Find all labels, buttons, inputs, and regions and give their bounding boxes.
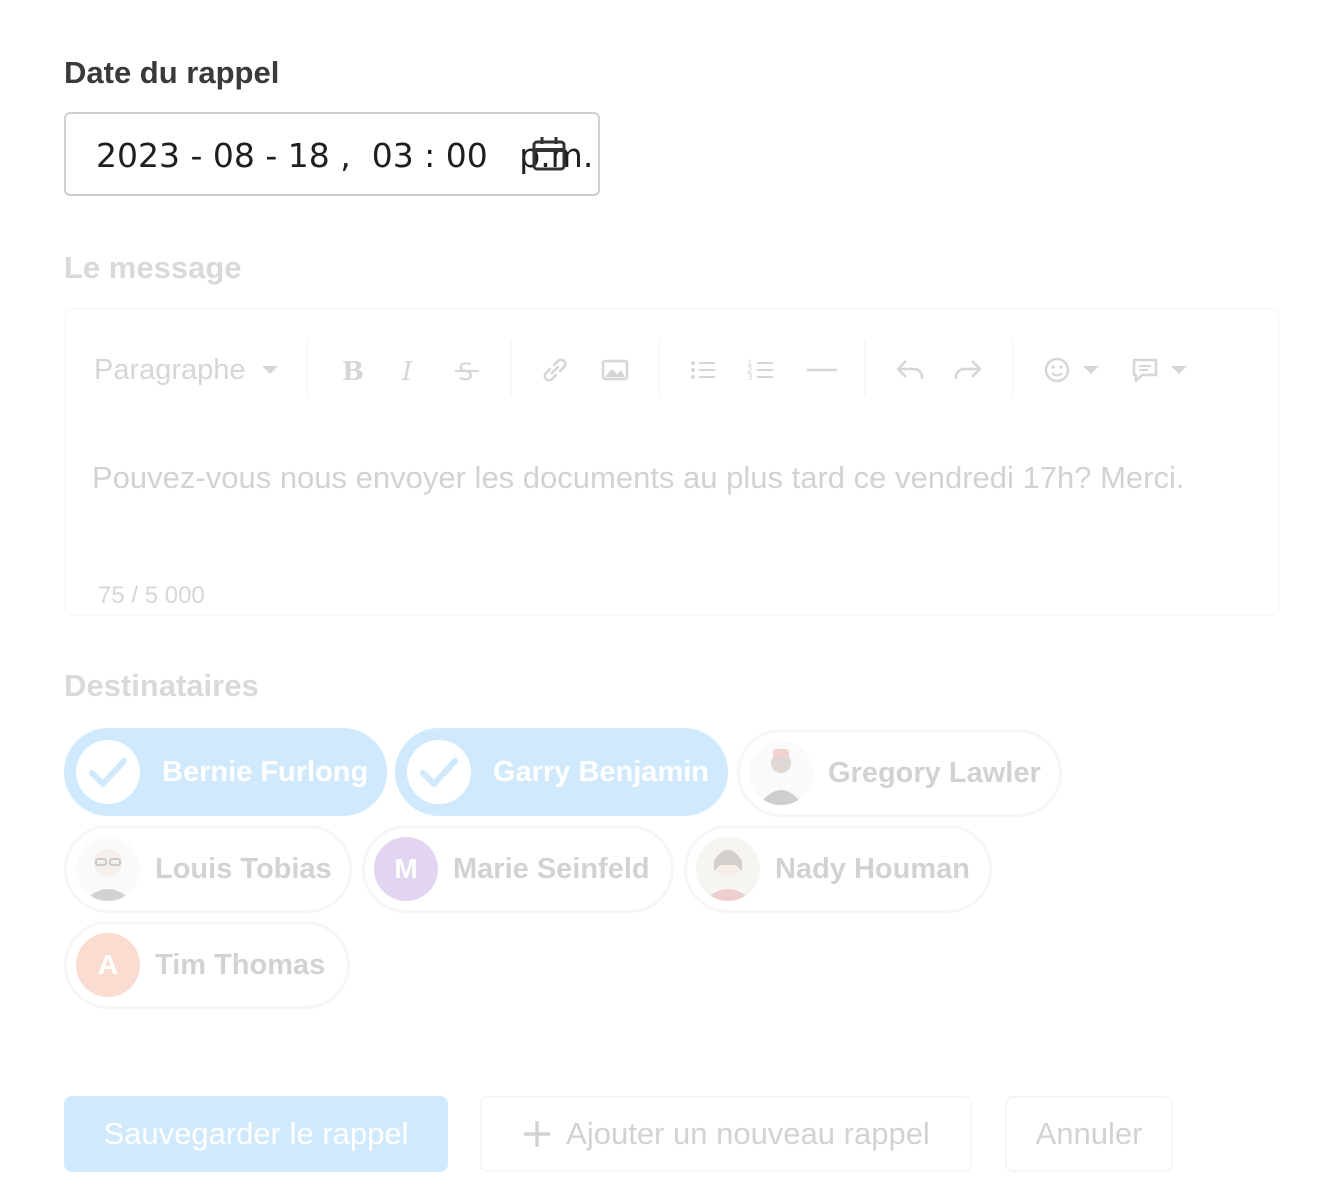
svg-text:3: 3 <box>747 373 753 383</box>
recipient-chip-nady-houman[interactable]: Nady Houman <box>684 825 992 913</box>
emoji-icon <box>1044 357 1070 383</box>
reminder-date-input[interactable]: 2023 - 08 - 18 , 03 : 00 p.m. <box>64 112 600 196</box>
comment-dropdown[interactable] <box>1130 350 1190 390</box>
image-button[interactable] <box>600 350 630 390</box>
recipient-chip-gregory-lawler[interactable]: Gregory Lawler <box>737 729 1062 817</box>
italic-icon: I <box>401 357 413 385</box>
recipient-chip-louis-tobias[interactable]: Louis Tobias <box>64 825 352 913</box>
reminder-date-label: Date du rappel <box>64 55 280 90</box>
svg-text:I: I <box>401 357 413 385</box>
editor-toolbar: Paragraphe B I S 1 2 3 <box>66 310 1278 426</box>
paragraph-style-label: Paragraphe <box>94 353 246 386</box>
recipient-name: Bernie Furlong <box>162 755 369 788</box>
redo-icon <box>954 360 982 379</box>
redo-button[interactable] <box>952 350 984 390</box>
strikethrough-button[interactable]: S <box>452 350 482 390</box>
chevron-down-icon <box>1171 366 1187 374</box>
svg-text:B: B <box>342 357 364 385</box>
bold-icon: B <box>342 357 364 385</box>
recipient-name: Gregory Lawler <box>828 756 1041 789</box>
message-editor[interactable]: Paragraphe B I S 1 2 3 Pouvez-vous nous … <box>64 308 1280 616</box>
avatar-initial: A <box>76 933 140 997</box>
save-reminder-button[interactable]: Sauvegarder le rappel <box>64 1096 448 1172</box>
add-reminder-button[interactable]: Ajouter un nouveau rappel <box>480 1096 972 1172</box>
chevron-down-icon <box>261 366 278 374</box>
link-button[interactable] <box>540 350 570 390</box>
recipient-chip-bernie-furlong[interactable]: Bernie Furlong <box>64 728 387 816</box>
recipient-chip-garry-benjamin[interactable]: Garry Benjamin <box>395 728 728 816</box>
bullet-list-button[interactable] <box>688 350 718 390</box>
chevron-down-icon <box>1083 366 1099 374</box>
undo-icon <box>896 360 924 379</box>
avatar <box>76 837 140 901</box>
recipient-name: Louis Tobias <box>155 852 332 885</box>
undo-button[interactable] <box>894 350 926 390</box>
check-icon <box>76 740 140 804</box>
strikethrough-icon: S <box>455 358 479 385</box>
cancel-button[interactable]: Annuler <box>1005 1096 1173 1172</box>
recipient-name: Tim Thomas <box>155 948 326 981</box>
add-reminder-label: Ajouter un nouveau rappel <box>566 1116 930 1151</box>
numbered-list-icon: 123 <box>747 359 773 383</box>
bullet-list-icon <box>691 361 715 379</box>
recipient-name: Nady Houman <box>775 852 970 885</box>
avatar-initial: M <box>374 837 438 901</box>
comment-icon <box>1132 358 1158 383</box>
image-icon <box>601 359 629 381</box>
emoji-dropdown[interactable] <box>1042 350 1102 390</box>
horizontal-rule-button[interactable] <box>806 350 838 390</box>
calendar-icon[interactable] <box>532 136 566 172</box>
plus-icon <box>524 1121 551 1147</box>
avatar <box>749 741 813 805</box>
horizontal-rule-icon <box>807 368 837 372</box>
numbered-list-button[interactable]: 123 <box>746 350 776 390</box>
link-icon <box>543 358 567 382</box>
character-counter: 75 / 5 000 <box>98 582 205 609</box>
italic-button[interactable]: I <box>394 350 424 390</box>
message-text[interactable]: Pouvez-vous nous envoyer les documents a… <box>92 450 1252 506</box>
reminder-date-value: 2023 - 08 - 18 , 03 : 00 p.m. <box>96 136 594 175</box>
check-icon <box>407 740 471 804</box>
message-label: Le message <box>64 250 242 285</box>
recipients-label: Destinataires <box>64 668 259 703</box>
bold-button[interactable]: B <box>336 350 366 390</box>
paragraph-style-dropdown[interactable]: Paragraphe <box>94 350 282 390</box>
avatar <box>696 837 760 901</box>
recipient-chip-tim-thomas[interactable]: A Tim Thomas <box>64 921 350 1009</box>
recipient-name: Marie Seinfeld <box>453 852 650 885</box>
recipient-chip-marie-seinfeld[interactable]: M Marie Seinfeld <box>362 825 674 913</box>
recipient-name: Garry Benjamin <box>493 755 709 788</box>
